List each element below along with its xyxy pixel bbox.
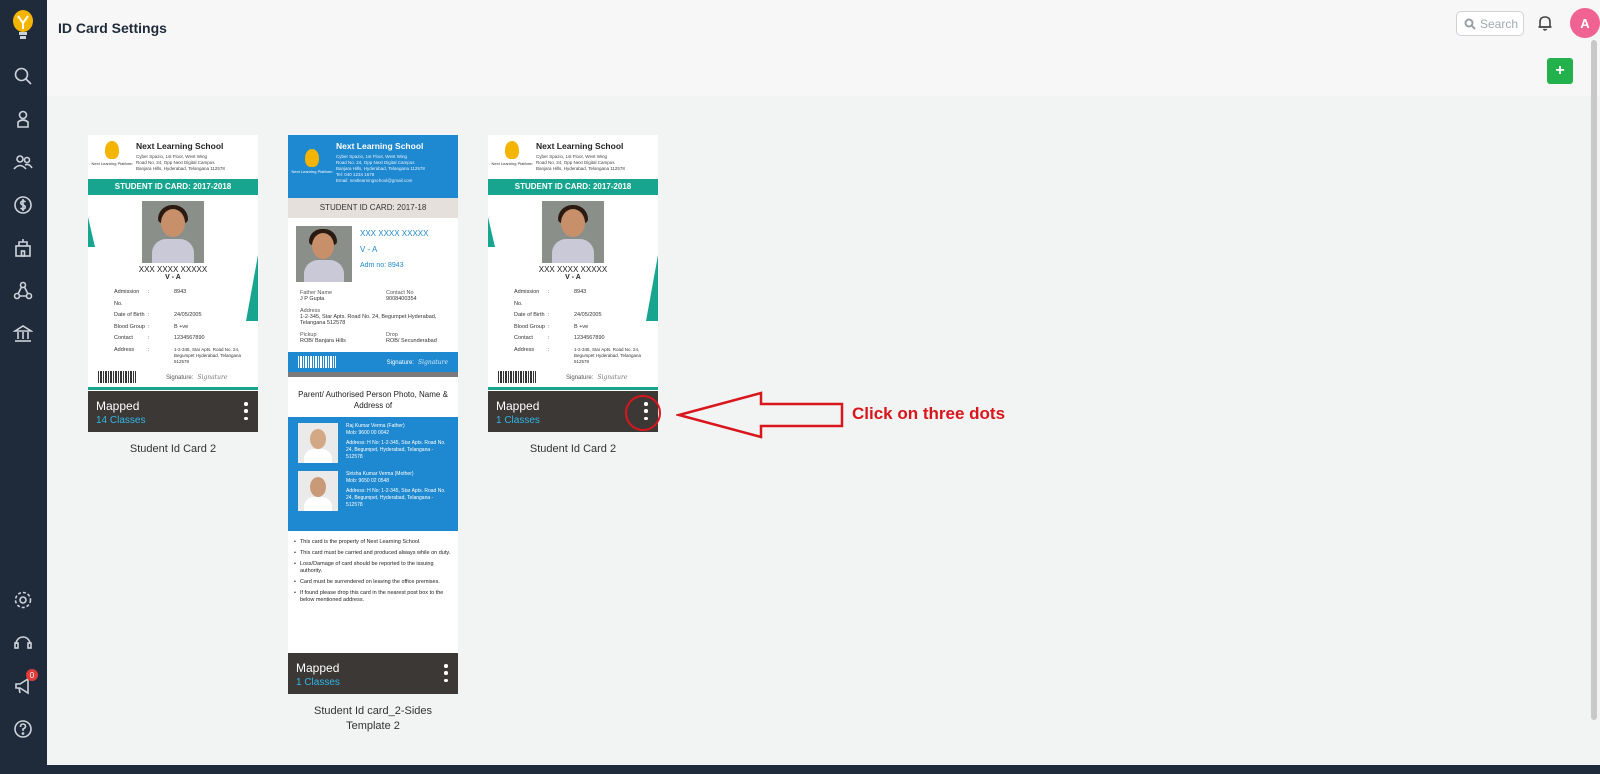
search-icon: [1464, 18, 1476, 30]
notification-bell-icon[interactable]: [1536, 14, 1556, 34]
users-icon[interactable]: [10, 149, 36, 175]
parent-entry: Raj Kumar Verma (Father) Mob: 9600 00 004…: [298, 423, 448, 463]
settings-icon[interactable]: [10, 587, 36, 613]
mapped-classes-count[interactable]: 1 Classes: [296, 677, 340, 688]
parent-photo: [298, 423, 338, 463]
mapped-status: Mapped: [496, 399, 540, 413]
student-details: Father Name J P Gupta Contact No 900840035…: [300, 290, 437, 344]
search-placeholder: Search: [1480, 16, 1519, 31]
decor-triangle: [488, 217, 495, 247]
card-year-band: STUDENT ID CARD: 2017-2018: [88, 179, 258, 195]
mapped-status: Mapped: [96, 399, 140, 413]
page-title: ID Card Settings: [58, 20, 167, 36]
signature: Signature: Signature: [386, 358, 448, 366]
mapped-classes-count[interactable]: 14 Classes: [96, 415, 145, 426]
school-address: Cyber Spazio, 1st Floor, West Wing Road N…: [336, 154, 425, 183]
student-name: XXX XXXX XXXXX: [138, 265, 208, 274]
student-class: V - A: [360, 245, 378, 254]
student-summary: XXX XXXX XXXXX V - A Adm no: 8943: [288, 218, 458, 282]
id-card-preview[interactable]: Next Learning Platform Next Learning Sch…: [288, 135, 458, 694]
school-name: Next Learning School: [536, 141, 624, 151]
card-year-band: STUDENT ID CARD: 2017-18: [288, 198, 458, 218]
card-year-band: STUDENT ID CARD: 2017-2018: [488, 179, 658, 195]
barcode: [98, 371, 136, 383]
barcode-signature-row: Signature: Signature: [498, 371, 648, 383]
add-id-card-button[interactable]: +: [1547, 58, 1573, 84]
school-address: Cyber Spazio, 1st Floor, West Wing Road N…: [136, 154, 225, 171]
search-icon[interactable]: [10, 63, 36, 89]
barcode-signature-row: Signature: Signature: [98, 371, 248, 383]
student-info: Admission No.:8943 Date of Birth:24/05/2…: [514, 289, 641, 364]
annotation-circle: [625, 395, 661, 431]
card-rules: • This card is the property of Next Learn…: [294, 539, 451, 603]
annotation-arrow: [676, 391, 844, 439]
support-icon[interactable]: [10, 630, 36, 656]
more-options-icon[interactable]: [442, 664, 450, 682]
school-header: Next Learning Platform Next Learning Sch…: [88, 135, 258, 179]
decor-triangle: [646, 255, 658, 321]
student-photo: [542, 201, 604, 263]
student-photo: [142, 201, 204, 263]
vertical-scrollbar[interactable]: [1591, 40, 1597, 720]
page-header: ID Card Settings Search A +: [47, 0, 1600, 96]
student-photo: [296, 226, 352, 282]
school-header: Next Learning Platform Next Learning Sch…: [488, 135, 658, 179]
annotation-text: Click on three dots: [852, 404, 1006, 423]
school-logo: Next Learning Platform: [92, 141, 132, 177]
barcode: [298, 356, 336, 368]
card-name: Student Id Card 2: [529, 443, 617, 455]
decor-triangle: [246, 255, 258, 321]
card-name: Student Id Card 2: [129, 443, 217, 455]
card-status-bar: Mapped 14 Classes: [88, 391, 258, 432]
app-logo[interactable]: [9, 8, 37, 42]
admission-number: Adm no: 8943: [360, 262, 404, 269]
student-icon[interactable]: [10, 106, 36, 132]
notification-badge: 0: [26, 669, 38, 681]
student-class: V - A: [165, 274, 181, 281]
back-side-title: Parent/ Authorised Person Photo, Name & …: [298, 390, 448, 410]
decor-triangle: [88, 217, 95, 247]
sidebar: 0: [0, 0, 47, 774]
id-card-item: Next Learning Platform Next Learning Sch…: [88, 135, 258, 457]
school-name: Next Learning School: [336, 141, 424, 151]
mapped-classes-count[interactable]: 1 Classes: [496, 415, 540, 426]
id-card-item: Next Learning Platform Next Learning Sch…: [288, 135, 458, 734]
student-class: V - A: [565, 274, 581, 281]
school-logo: Next Learning Platform: [492, 141, 532, 177]
fees-icon[interactable]: [10, 192, 36, 218]
id-card-preview[interactable]: Next Learning Platform Next Learning Sch…: [88, 135, 258, 432]
parent-photo: [298, 471, 338, 511]
student-info: Admission No.:8943 Date of Birth:24/05/2…: [114, 289, 241, 364]
school-header: Next Learning Platform Next Learning Sch…: [288, 135, 458, 198]
card-name: Student Id card_2-Sides Template 2: [313, 705, 433, 732]
school-address: Cyber Spazio, 1st Floor, West Wing Road N…: [536, 154, 625, 171]
school-logo: Next Learning Platform: [292, 141, 332, 192]
search-input[interactable]: Search: [1456, 11, 1524, 36]
signature: Signature: Signature: [166, 373, 228, 381]
more-options-icon[interactable]: [242, 402, 250, 420]
network-icon[interactable]: [10, 278, 36, 304]
school-name: Next Learning School: [136, 141, 224, 151]
parent-entry: Sirisha Kumar Verma (Mother) Mob: 9650 02…: [298, 471, 448, 511]
parents-section: Raj Kumar Verma (Father) Mob: 9600 00 004…: [288, 417, 458, 531]
barcode-signature-row: Signature: Signature: [288, 352, 458, 372]
taskbar-strip: [47, 765, 1600, 774]
student-name: XXX XXXX XXXXX: [360, 229, 429, 238]
signature: Signature: Signature: [566, 373, 628, 381]
id-card-preview[interactable]: Next Learning Platform Next Learning Sch…: [488, 135, 658, 432]
announcement-icon[interactable]: 0: [10, 669, 38, 699]
school-building-icon[interactable]: [10, 235, 36, 261]
student-name: XXX XXXX XXXXX: [538, 265, 608, 274]
mapped-status: Mapped: [296, 661, 340, 675]
user-avatar[interactable]: A: [1570, 8, 1600, 38]
help-icon[interactable]: [10, 716, 36, 742]
card-status-bar: Mapped 1 Classes: [288, 653, 458, 694]
barcode: [498, 371, 536, 383]
institution-icon[interactable]: [10, 321, 36, 347]
